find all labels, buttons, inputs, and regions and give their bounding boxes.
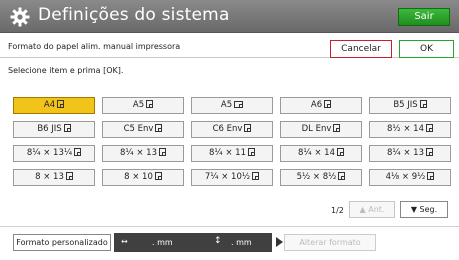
- paper-size-7-25x10-5[interactable]: 7¼ × 10½: [191, 169, 273, 186]
- paper-size-a5-portrait[interactable]: A5: [102, 97, 184, 114]
- paper-size-8x10[interactable]: 8 × 10: [102, 169, 184, 186]
- paper-size-label: 8¼ × 11: [209, 148, 246, 158]
- paper-size-label: B5 JIS: [393, 100, 418, 110]
- paper-size-a5-landscape[interactable]: A5: [191, 97, 273, 114]
- portrait-page-icon: [426, 124, 433, 132]
- paper-size-label: A6: [310, 100, 323, 110]
- ok-button[interactable]: OK: [399, 40, 454, 58]
- paper-size-grid: A4 A5 A5 A6 B5 JIS B6 JIS C5 Env C6 Env …: [13, 97, 451, 213]
- portrait-page-icon: [324, 100, 332, 108]
- portrait-page-icon: [426, 148, 433, 156]
- gear-icon: [10, 7, 30, 27]
- paper-size-b6-jis[interactable]: B6 JIS: [13, 121, 95, 138]
- portrait-page-icon: [74, 148, 82, 156]
- divider: [0, 226, 459, 227]
- custom-size-button[interactable]: Formato personalizado: [13, 234, 111, 251]
- custom-size-dimensions: ↔ . mm ↕ . mm: [114, 233, 272, 252]
- portrait-page-icon: [146, 100, 154, 108]
- exit-button[interactable]: Sair: [398, 8, 450, 26]
- paper-size-label: 8 × 10: [124, 172, 153, 182]
- paper-size-label: 8½ × 14: [387, 124, 424, 134]
- height-value: . mm: [231, 238, 252, 247]
- paper-size-label: A4: [43, 100, 56, 110]
- paper-size-8-25x13-b[interactable]: 8¼ × 13: [369, 145, 451, 162]
- next-page-button[interactable]: ▼ Seg.: [400, 201, 448, 218]
- paper-size-label: A5: [220, 100, 233, 110]
- width-value: . mm: [152, 238, 173, 247]
- paper-size-8-5x14[interactable]: 8½ × 14: [369, 121, 451, 138]
- paper-size-label: DL Env: [301, 124, 332, 134]
- change-size-button[interactable]: Alterar formato: [284, 234, 376, 251]
- paper-size-dl-env[interactable]: DL Env: [280, 121, 362, 138]
- portrait-page-icon: [338, 172, 346, 180]
- settings-header: Formato do papel alim. manual impressora…: [0, 38, 459, 58]
- page-indicator: 1/2: [331, 206, 344, 215]
- paper-size-4-125x9-5[interactable]: 4⅛ × 9½: [369, 169, 451, 186]
- paper-size-c5-env[interactable]: C5 Env: [102, 121, 184, 138]
- paper-size-label: 8¼ × 13: [120, 148, 157, 158]
- portrait-page-icon: [57, 100, 65, 108]
- width-arrows-icon: ↔: [121, 237, 128, 246]
- paper-size-b5-jis[interactable]: B5 JIS: [369, 97, 451, 114]
- paper-size-8-25x13[interactable]: 8¼ × 13: [102, 145, 184, 162]
- paper-size-8-25x11[interactable]: 8¼ × 11: [191, 145, 273, 162]
- paper-size-8-25x14[interactable]: 8¼ × 14: [280, 145, 362, 162]
- height-arrows-icon: ↕: [214, 236, 222, 246]
- paper-size-8x13[interactable]: 8 × 13: [13, 169, 95, 186]
- paper-size-label: C6 Env: [212, 124, 243, 134]
- paper-size-8-25x13-25[interactable]: 8¼ × 13¼: [13, 145, 95, 162]
- paper-size-5-5x8-5[interactable]: 5½ × 8½: [280, 169, 362, 186]
- paper-size-label: B6 JIS: [37, 124, 62, 134]
- portrait-page-icon: [333, 124, 341, 132]
- paper-size-label: 8 × 13: [35, 172, 64, 182]
- portrait-page-icon: [65, 172, 73, 180]
- instruction-text: Selecione item e prima [OK].: [8, 66, 124, 75]
- paper-size-c6-env[interactable]: C6 Env: [191, 121, 273, 138]
- portrait-page-icon: [63, 124, 71, 132]
- arrow-right-icon: [276, 237, 283, 247]
- portrait-page-icon: [427, 172, 435, 180]
- cancel-button[interactable]: Cancelar: [330, 40, 392, 58]
- landscape-page-icon: [234, 101, 244, 108]
- paper-size-label: 5½ × 8½: [296, 172, 337, 182]
- portrait-page-icon: [248, 148, 255, 156]
- portrait-page-icon: [244, 124, 252, 132]
- paper-size-label: 4⅛ × 9½: [385, 172, 426, 182]
- title-bar: Definições do sistema Sair: [0, 0, 459, 33]
- portrait-page-icon: [252, 172, 260, 180]
- paper-size-label: C5 Env: [123, 124, 154, 134]
- portrait-page-icon: [154, 172, 162, 180]
- setting-label: Formato do papel alim. manual impressora: [8, 42, 181, 51]
- portrait-page-icon: [419, 100, 427, 108]
- portrait-page-icon: [155, 124, 163, 132]
- previous-page-button[interactable]: ▲ Ant.: [349, 201, 395, 218]
- window-title: Definições do sistema: [38, 5, 230, 25]
- paper-size-label: 8¼ × 13: [387, 148, 424, 158]
- paper-size-a6[interactable]: A6: [280, 97, 362, 114]
- paper-size-label: 8¼ × 13¼: [26, 148, 73, 158]
- paper-size-label: A5: [132, 100, 145, 110]
- paper-size-label: 7¼ × 10½: [204, 172, 251, 182]
- portrait-page-icon: [159, 148, 166, 156]
- paper-size-a4[interactable]: A4: [13, 97, 95, 114]
- paper-size-label: 8¼ × 14: [298, 148, 335, 158]
- portrait-page-icon: [337, 148, 344, 156]
